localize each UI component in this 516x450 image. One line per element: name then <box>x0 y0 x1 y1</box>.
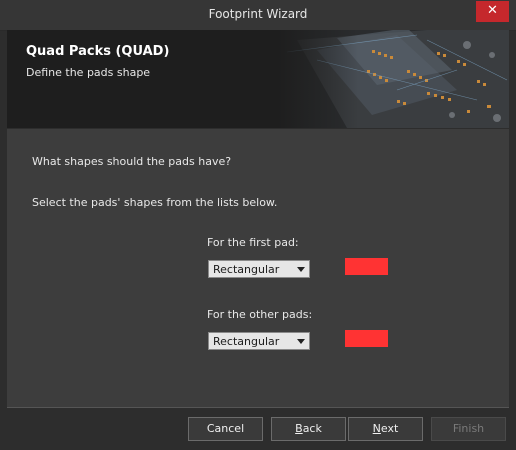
finish-button[interactable]: Finish <box>431 417 506 441</box>
chevron-down-icon <box>297 339 305 344</box>
instruction-text: Select the pads' shapes from the lists b… <box>32 196 278 209</box>
back-button-label: ack <box>302 422 322 435</box>
chevron-down-icon <box>297 267 305 272</box>
first-pad-color-swatch[interactable] <box>345 258 388 275</box>
wizard-header-banner: Quad Packs (QUAD) Define the pads shape <box>7 30 509 128</box>
question-text: What shapes should the pads have? <box>32 155 232 168</box>
page-title: Quad Packs (QUAD) <box>26 44 170 59</box>
page-subtitle: Define the pads shape <box>26 66 151 79</box>
cancel-button-label: Cancel <box>206 422 245 435</box>
pcb-illustration <box>277 30 509 128</box>
next-button-mnemonic: N <box>372 422 381 435</box>
other-pads-label: For the other pads: <box>207 308 313 321</box>
other-pads-shape-select[interactable]: Rectangular <box>208 332 310 350</box>
first-pad-label: For the first pad: <box>207 236 299 249</box>
next-button[interactable]: Next <box>348 417 423 441</box>
footprint-wizard-window: Footprint Wizard ✕ Quad Packs (QUAD) Def… <box>0 0 516 450</box>
back-button[interactable]: Back <box>271 417 346 441</box>
title-bar[interactable]: Footprint Wizard ✕ <box>0 0 516 31</box>
finish-button-label: Finish <box>452 422 485 435</box>
window-title: Footprint Wizard <box>208 7 308 21</box>
first-pad-shape-value: Rectangular <box>213 263 280 276</box>
close-icon: ✕ <box>487 3 498 18</box>
other-pads-color-swatch[interactable] <box>345 330 388 347</box>
next-button-label: ext <box>380 422 399 435</box>
cancel-button[interactable]: Cancel <box>188 417 263 441</box>
other-pads-shape-value: Rectangular <box>213 335 280 348</box>
first-pad-shape-select[interactable]: Rectangular <box>208 260 310 278</box>
back-button-mnemonic: B <box>295 422 303 435</box>
close-button[interactable]: ✕ <box>476 1 509 22</box>
wizard-content-panel: What shapes should the pads have? Select… <box>7 129 509 408</box>
